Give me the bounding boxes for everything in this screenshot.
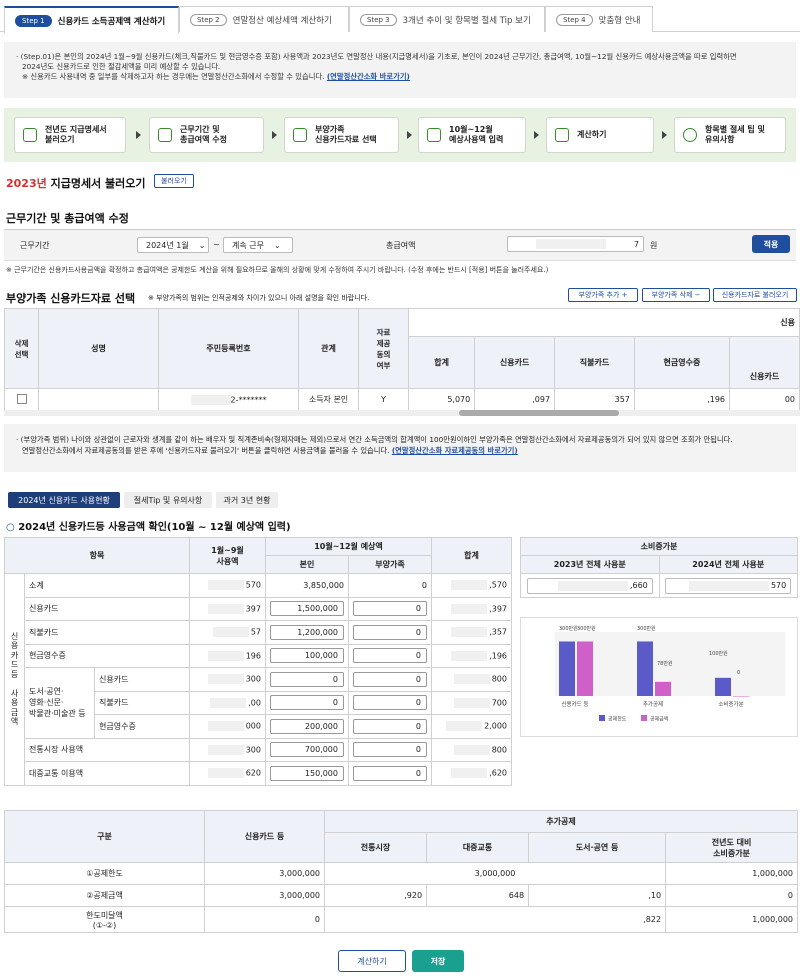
table-row: 직불카드 57 1,200,000 0,357	[5, 620, 512, 645]
section-title-usage: ○ 2024년 신용카드등 사용금액 확인(10월 ~ 12월 예상액 입력)	[6, 522, 291, 533]
legend-swatch	[641, 715, 647, 721]
amount-input[interactable]: 0	[353, 601, 427, 617]
chart-data-label: 0	[737, 670, 740, 676]
chart-bar	[715, 677, 731, 696]
amount-input[interactable]: 200,000	[270, 718, 344, 734]
table-row: 신 용 카 드 등 사 용 금 액 소계 570 3,850,000 0,570	[4, 573, 512, 786]
checklist-icon	[293, 128, 307, 142]
tab-step3[interactable]: Step 3 3개년 추이 및 항목별 절세 Tip 보기	[349, 6, 545, 32]
flow-step-4[interactable]: 10월~12월 예상사용액 입력	[418, 117, 526, 153]
amount-input[interactable]: 1,200,000	[270, 624, 344, 640]
load-statement-button[interactable]: 불러오기	[154, 174, 194, 188]
table-row: 전통시장 사용액 300 700,000 0 800	[5, 737, 512, 762]
hometax-link[interactable]: (연말정산간소화 바로가기)	[327, 72, 410, 81]
subtab-tips[interactable]: 절세Tip 및 유의사항	[124, 492, 212, 508]
deduction-chart: 신용카드 등 추가공제 소비증가분 300만원 300만원 300만원 78만원 100만원 0…	[520, 617, 798, 737]
row-checkbox[interactable]	[16, 393, 27, 404]
save-button[interactable]: 저장	[412, 950, 464, 972]
process-flow: 전년도 지급명세서 불러오기 근무기간 및 총급여액 수정 부양가족 신용카드자료 선…	[4, 108, 796, 162]
consumption-table: 소비증가분 2023년 전체 사용분 2024년 전체 사용분 ,660 570	[520, 537, 798, 598]
table-row: 2-******* 소득자 본인 Y 5,070,097 357,196 00	[4, 388, 800, 411]
table-row: ②공제금액 3,000,000,920 648,10 0	[4, 884, 798, 907]
tab-step1[interactable]: Step 1 신용카드 소득공제액 계산하기	[4, 6, 179, 33]
chart-data-label: 300만원	[637, 625, 656, 632]
amount-input[interactable]: 0	[353, 695, 427, 711]
amount-input[interactable]: 0	[353, 765, 427, 781]
consent-link[interactable]: (연말정산간소화 자료제공동의 바로가기)	[392, 446, 518, 455]
calculator-icon	[555, 128, 569, 142]
chart-data-label: 300만원	[577, 625, 596, 632]
usage-table: 항목 1월~9월 사용액 10월~12월 예상액 합계 본인 부양가족 신 용 카…	[4, 537, 512, 786]
amount-input[interactable]: 0	[353, 671, 427, 687]
amount-input[interactable]: 0	[353, 648, 427, 664]
chart-svg: 신용카드 등 추가공제 소비증가분300만원 300만원 300만원78만원100만원0…	[555, 625, 785, 723]
document-icon	[23, 128, 37, 142]
step-tabs: Step 1 신용카드 소득공제액 계산하기 Step 2 연말정산 예상세액 계산…	[0, 6, 800, 33]
chart-data-label: 78만원	[657, 660, 673, 667]
consumption-2024-field: 570	[665, 577, 792, 594]
dependents-notice: · (부양가족 범위) 나이와 상관없이 근로자와 생계를 같이 하는 배우자 …	[4, 424, 796, 472]
card-icon	[427, 128, 441, 142]
subtab-usage[interactable]: 2024년 신용카드 사용현황	[8, 492, 120, 508]
chart-bar	[637, 641, 653, 696]
chart-bar	[655, 681, 671, 696]
table-row: 신용카드 397 1,500,000 0,397	[5, 596, 512, 621]
amount-input[interactable]: 100,000	[270, 648, 344, 664]
amount-input[interactable]: 150,000	[270, 765, 344, 781]
table-row: 한도미달액 (①-②) 0,822 1,000,000	[4, 906, 798, 933]
section-title-statement: 2023년 지급명세서 불러오기	[6, 177, 146, 190]
tab-step2[interactable]: Step 2 연말정산 예상세액 계산하기	[179, 6, 349, 32]
chart-category-label: 소비증가분	[718, 700, 743, 708]
table-row: 대중교통 이용액 620 150,000 0,620	[5, 761, 512, 786]
period-to-select[interactable]: 계속 근무 ⌄	[223, 237, 293, 253]
calculate-button[interactable]: 계산하기	[338, 950, 406, 972]
flow-step-5[interactable]: 계산하기	[546, 117, 654, 153]
amount-input[interactable]: 0	[270, 695, 344, 711]
deduction-table: 구분 신용카드 등 추가공제 전통시장 대중교통 도서·공연 등 전년도 대비 소비증…	[4, 810, 798, 933]
subtab-history[interactable]: 과거 3년 현황	[216, 492, 278, 508]
load-card-data-button[interactable]: 신용카드자료 불러오기	[713, 288, 797, 302]
chart-category-label: 추가공제	[643, 700, 663, 708]
amount-input[interactable]: 0	[353, 718, 427, 734]
chart-bar	[733, 696, 749, 697]
section-title-period: 근무기간 및 총급여액 수정	[6, 212, 129, 225]
section-title-dependents: 부양가족 신용카드자료 선택	[6, 292, 136, 305]
table-row: 현금영수증 196 100,000 0,196	[5, 643, 512, 668]
amount-input[interactable]: 0	[353, 742, 427, 758]
legend-label: 공제금액	[650, 716, 669, 723]
dependents-table: 삭제 선택 성명 주민등록번호 관계 자료 제공 동의 여부 신용 합계 신용카드…	[4, 308, 800, 411]
amount-input[interactable]: 1,500,000	[270, 601, 344, 617]
apply-button[interactable]: 적용	[752, 235, 790, 253]
table-row: 도서·공연· 영화·신문· 박물관·미술관 등 신용카드 300 0 0 800	[5, 667, 512, 739]
horizontal-scrollbar[interactable]	[4, 410, 800, 416]
chart-data-label: 300만원	[559, 625, 578, 632]
legend-label: 공제한도	[608, 716, 627, 723]
amount-input[interactable]: 0	[353, 624, 427, 640]
flow-step-2[interactable]: 근무기간 및 총급여액 수정	[149, 117, 264, 153]
delete-dependent-button[interactable]: 부양가족 삭제 −	[642, 288, 710, 302]
chart-data-label: 100만원	[709, 650, 728, 657]
chart-category-label: 신용카드 등	[561, 700, 588, 708]
chart-bar	[577, 641, 593, 696]
chart-bar	[559, 641, 575, 696]
consumption-2023-field: ,660	[526, 577, 653, 594]
edit-icon	[158, 128, 172, 142]
tab-step4[interactable]: Step 4 맞춤형 안내	[545, 6, 653, 32]
flow-step-3[interactable]: 부양가족 신용카드자료 선택	[284, 117, 399, 153]
flow-step-6[interactable]: 항목별 절세 팁 및 유의사항	[674, 117, 786, 153]
notice-box: · (Step.01)은 본인의 2024년 1월~9월 신용카드(체크,직불카…	[4, 42, 796, 98]
chevron-down-icon: ⌄	[198, 240, 206, 250]
legend-swatch	[599, 715, 605, 721]
add-dependent-button[interactable]: 부양가족 추가 +	[568, 288, 638, 302]
tip-icon	[683, 128, 697, 142]
amount-input[interactable]: 700,000	[270, 742, 344, 758]
chevron-down-icon: ⌄	[273, 240, 281, 250]
flow-step-1[interactable]: 전년도 지급명세서 불러오기	[14, 117, 126, 153]
table-row: ①공제한도 3,000,000 3,000,000 1,000,000	[4, 862, 798, 885]
amount-input[interactable]: 0	[270, 671, 344, 687]
period-from-select[interactable]: 2024년 1월 ⌄	[137, 237, 209, 253]
salary-input[interactable]: 7	[507, 236, 644, 252]
